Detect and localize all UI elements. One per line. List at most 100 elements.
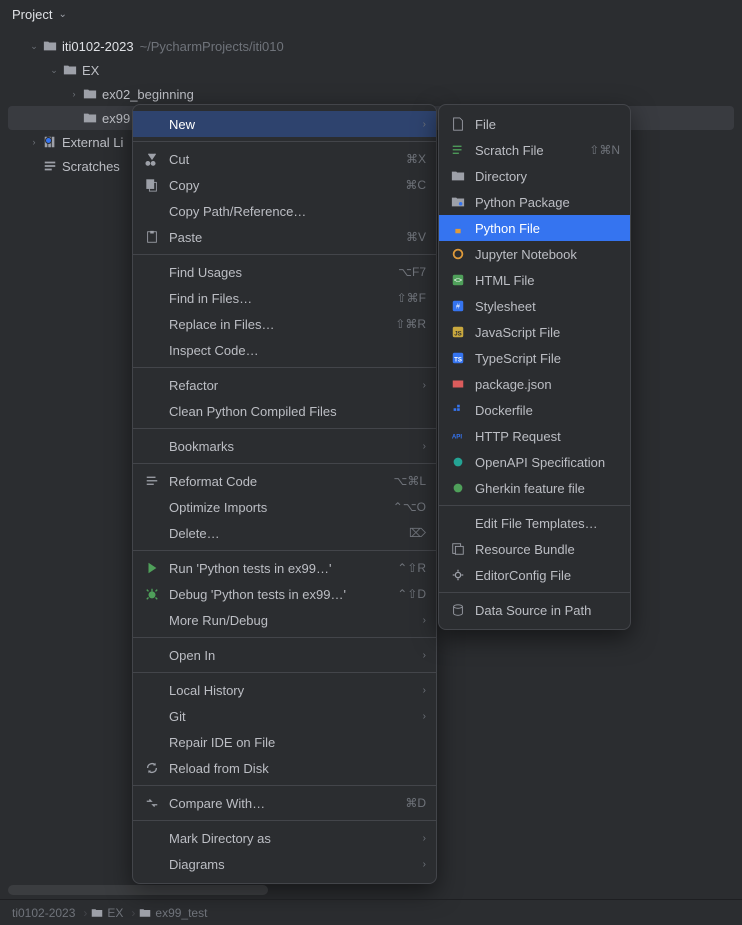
menu-open-in[interactable]: Open In› [133, 642, 436, 668]
tree-item-ex02[interactable]: › ex02_beginning [0, 82, 742, 106]
css-icon: # [449, 298, 467, 314]
submenu-py-file[interactable]: Python File [439, 215, 630, 241]
separator [133, 550, 436, 551]
menu-bookmarks[interactable]: Bookmarks› [133, 433, 436, 459]
tree-root[interactable]: ⌄ iti0102-2023 ~/PycharmProjects/iti010 [0, 34, 742, 58]
project-header[interactable]: Project ⌄ [0, 0, 742, 28]
menu-clean-py[interactable]: Clean Python Compiled Files [133, 398, 436, 424]
menu-mark-dir[interactable]: Mark Directory as› [133, 825, 436, 851]
menu-new[interactable]: New › [133, 111, 436, 137]
submenu-package-json[interactable]: package.json [439, 371, 630, 397]
submenu-gherkin[interactable]: Gherkin feature file [439, 475, 630, 501]
submenu-http[interactable]: APIHTTP Request [439, 423, 630, 449]
docker-icon [449, 402, 467, 418]
menu-replace-files[interactable]: Replace in Files…⇧⌘R [133, 311, 436, 337]
chevron-down-icon: ⌄ [58, 9, 66, 20]
separator [133, 463, 436, 464]
tree-path: ~/PycharmProjects/iti010 [140, 39, 284, 54]
horizontal-scrollbar[interactable] [8, 885, 268, 895]
menu-compare[interactable]: Compare With…⌘D [133, 790, 436, 816]
submenu-jupyter[interactable]: Jupyter Notebook [439, 241, 630, 267]
folder-icon [449, 168, 467, 184]
menu-find-usages[interactable]: Find Usages⌥F7 [133, 259, 436, 285]
menu-paste[interactable]: Paste⌘V [133, 224, 436, 250]
separator [133, 820, 436, 821]
svg-text:JS: JS [454, 331, 461, 338]
folder-icon [82, 86, 98, 102]
python-icon [449, 220, 467, 236]
menu-git[interactable]: Git› [133, 703, 436, 729]
blank-icon [143, 116, 161, 132]
menu-copy[interactable]: Copy⌘C [133, 172, 436, 198]
chevron-down-icon: ⌄ [46, 65, 62, 76]
menu-run[interactable]: Run 'Python tests in ex99…'⌃⇧R [133, 555, 436, 581]
submenu-dockerfile[interactable]: Dockerfile [439, 397, 630, 423]
submenu-openapi[interactable]: OpenAPI Specification [439, 449, 630, 475]
submenu-file[interactable]: File [439, 111, 630, 137]
cut-icon [143, 151, 161, 167]
separator [439, 592, 630, 593]
chevron-right-icon: › [66, 89, 82, 99]
submenu-html[interactable]: <>HTML File [439, 267, 630, 293]
separator [133, 367, 436, 368]
menu-reformat[interactable]: Reformat Code⌥⌘L [133, 468, 436, 494]
submenu-stylesheet[interactable]: #Stylesheet [439, 293, 630, 319]
submenu-js[interactable]: JSJavaScript File [439, 319, 630, 345]
menu-cut[interactable]: Cut⌘X [133, 146, 436, 172]
menu-delete[interactable]: Delete…⌦ [133, 520, 436, 546]
compare-icon [143, 795, 161, 811]
submenu-edit-templates[interactable]: Edit File Templates… [439, 510, 630, 536]
submenu-ts[interactable]: TSTypeScript File [439, 345, 630, 371]
folder-icon [91, 907, 103, 919]
submenu-editorconfig[interactable]: EditorConfig File [439, 562, 630, 588]
menu-debug[interactable]: Debug 'Python tests in ex99…'⌃⇧D [133, 581, 436, 607]
submenu-directory[interactable]: Directory [439, 163, 630, 189]
library-icon [42, 134, 58, 150]
http-icon: API [449, 428, 467, 444]
svg-text:<>: <> [454, 278, 462, 285]
svg-text:#: # [456, 304, 460, 311]
tree-item-ex[interactable]: ⌄ EX [0, 58, 742, 82]
gear-icon [449, 567, 467, 583]
chevron-down-icon: ⌄ [26, 41, 42, 52]
menu-copy-path[interactable]: Copy Path/Reference… [133, 198, 436, 224]
separator [133, 141, 436, 142]
breadcrumb[interactable]: ti0102-2023 › EX › ex99_test [0, 899, 742, 925]
menu-optimize[interactable]: Optimize Imports⌃⌥O [133, 494, 436, 520]
scratch-icon [42, 158, 58, 174]
tree-label: ex99 [102, 111, 130, 126]
gherkin-icon [449, 480, 467, 496]
jupyter-icon [449, 246, 467, 262]
submenu-resource-bundle[interactable]: Resource Bundle [439, 536, 630, 562]
menu-local-history[interactable]: Local History› [133, 677, 436, 703]
menu-repair[interactable]: Repair IDE on File [133, 729, 436, 755]
submenu-datasource[interactable]: Data Source in Path [439, 597, 630, 623]
menu-diagrams[interactable]: Diagrams› [133, 851, 436, 877]
chevron-right-icon: › [423, 859, 426, 870]
menu-inspect[interactable]: Inspect Code… [133, 337, 436, 363]
folder-icon [62, 62, 78, 78]
separator [133, 637, 436, 638]
menu-refactor[interactable]: Refactor› [133, 372, 436, 398]
folder-icon [139, 907, 151, 919]
debug-icon [143, 586, 161, 602]
bundle-icon [449, 541, 467, 557]
separator [439, 505, 630, 506]
chevron-right-icon: › [423, 441, 426, 452]
menu-more-run[interactable]: More Run/Debug› [133, 607, 436, 633]
menu-find-files[interactable]: Find in Files…⇧⌘F [133, 285, 436, 311]
submenu-scratch[interactable]: Scratch File⇧⌘N [439, 137, 630, 163]
ts-icon: TS [449, 350, 467, 366]
separator [133, 428, 436, 429]
chevron-right-icon: › [423, 380, 426, 391]
chevron-right-icon: › [423, 833, 426, 844]
folder-icon [42, 38, 58, 54]
submenu-py-package[interactable]: Python Package [439, 189, 630, 215]
package-icon [449, 194, 467, 210]
copy-icon [143, 177, 161, 193]
menu-reload[interactable]: Reload from Disk [133, 755, 436, 781]
chevron-right-icon: › [26, 137, 42, 147]
svg-text:TS: TS [454, 357, 462, 364]
reformat-icon [143, 473, 161, 489]
scratch-icon [449, 142, 467, 158]
